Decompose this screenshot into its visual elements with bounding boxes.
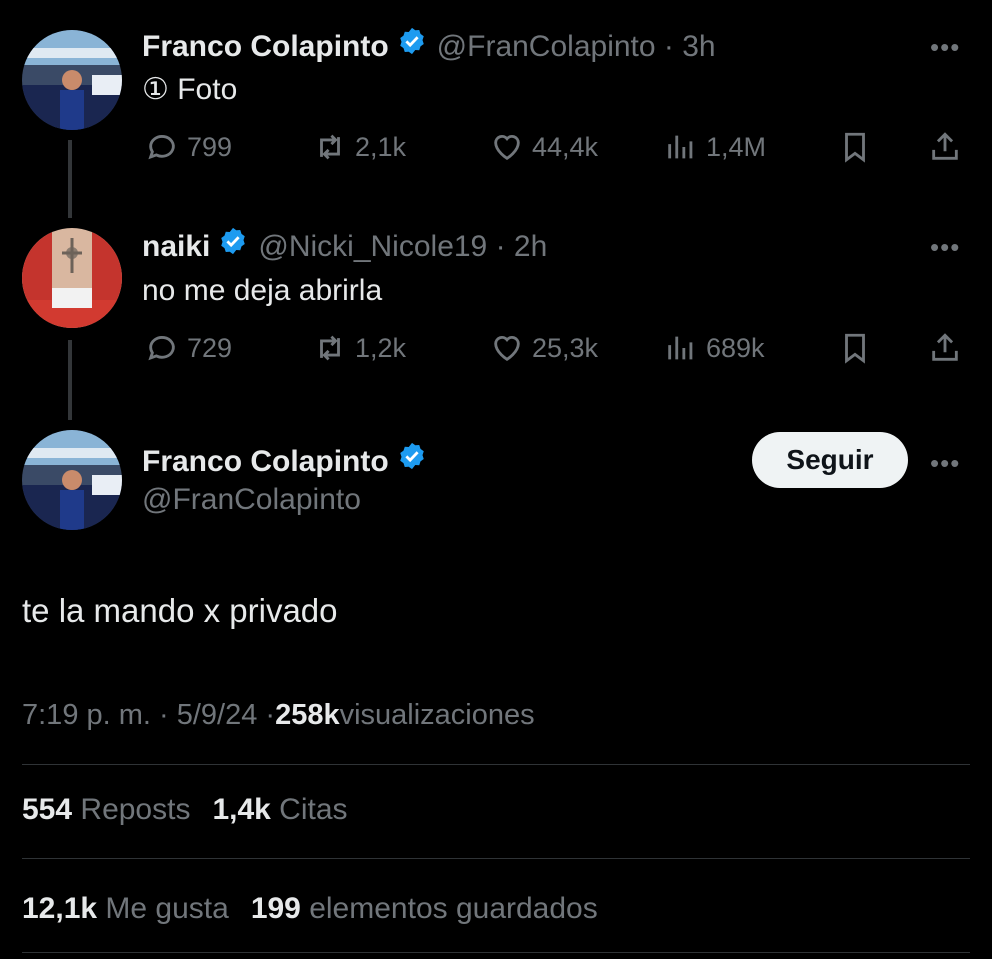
- bookmark-icon: [845, 333, 865, 364]
- views-icon: [668, 135, 693, 159]
- avatar[interactable]: [22, 30, 122, 130]
- heart-icon: [494, 336, 520, 362]
- more-icon[interactable]: •••: [930, 32, 960, 63]
- more-icon[interactable]: •••: [930, 448, 960, 479]
- reposts-count: 554: [22, 793, 73, 826]
- tweet-header: Franco Colapinto: [142, 441, 427, 479]
- bookmark-icon: [845, 132, 865, 163]
- likes-label: Me gusta: [97, 892, 229, 925]
- verified-badge-icon: [221, 227, 246, 255]
- author-name[interactable]: Franco Colapinto: [142, 30, 389, 64]
- verified-badge-icon: [399, 442, 424, 470]
- repost-icon: [320, 335, 340, 361]
- repost-count: 1,2k: [355, 332, 407, 363]
- reply-count: 799: [187, 131, 233, 162]
- repost-button[interactable]: 1,2k: [313, 331, 406, 365]
- reply-count: 729: [187, 332, 233, 363]
- divider: [22, 952, 970, 953]
- divider: [22, 764, 970, 765]
- bookmark-button[interactable]: [838, 331, 872, 365]
- views-button[interactable]: 689k: [664, 331, 765, 365]
- tweet-timestamp[interactable]: 7:19 p. m. · 5/9/24 ·: [22, 699, 275, 732]
- views-count: 1,4M: [706, 131, 767, 162]
- likes-stat[interactable]: 12,1k Me gusta: [22, 892, 229, 926]
- share-button[interactable]: [928, 130, 962, 164]
- reply-icon: [148, 336, 175, 361]
- quotes-label: Citas: [270, 793, 348, 826]
- tweet-text: te la mando x privado: [22, 592, 338, 629]
- likes-count: 12,1k: [22, 892, 98, 925]
- author-handle-time[interactable]: @Nicki_Nicole19 · 2h: [258, 230, 547, 264]
- views-count: 689k: [706, 332, 765, 363]
- engagement-stats: 12,1k Me gusta 199 elementos guardados: [22, 892, 598, 926]
- follow-button[interactable]: Seguir: [752, 432, 908, 488]
- bookmarks-label: elementos guardados: [300, 892, 598, 925]
- share-icon: [932, 132, 958, 160]
- author-handle[interactable]: @FranColapinto: [142, 483, 361, 517]
- repost-count: 2,1k: [355, 131, 407, 162]
- heart-icon: [494, 135, 520, 161]
- bookmarks-stat: 199 elementos guardados: [251, 892, 598, 926]
- like-button[interactable]: 44,4k: [490, 130, 598, 164]
- tweet-text: ① Foto: [142, 73, 238, 106]
- bookmark-button[interactable]: [838, 130, 872, 164]
- reply-button[interactable]: 729: [145, 331, 232, 365]
- share-icon: [932, 333, 958, 361]
- avatar[interactable]: [22, 228, 122, 328]
- repost-button[interactable]: 2,1k: [313, 130, 406, 164]
- thread-connector: [68, 340, 72, 420]
- bookmarks-count: 199: [250, 892, 301, 925]
- like-count: 44,4k: [532, 131, 599, 162]
- verified-badge-icon: [399, 27, 424, 55]
- views-label: visualizaciones: [339, 699, 535, 731]
- reply-icon: [148, 135, 175, 160]
- views-button[interactable]: 1,4M: [664, 130, 766, 164]
- reposts-stat[interactable]: 554 Reposts: [22, 793, 190, 827]
- share-button[interactable]: [928, 331, 962, 365]
- quotes-count: 1,4k: [212, 793, 271, 826]
- avatar[interactable]: [22, 430, 122, 530]
- tweet-meta: 7:19 p. m. · 5/9/24 · 258k visualizacion…: [22, 699, 535, 732]
- views-icon: [668, 336, 693, 360]
- engagement-stats: 554 Reposts 1,4k Citas: [22, 793, 348, 827]
- author-name[interactable]: Franco Colapinto: [142, 445, 389, 479]
- repost-icon: [320, 134, 340, 160]
- tweet-text: no me deja abrirla: [142, 274, 383, 307]
- reply-button[interactable]: 799: [145, 130, 232, 164]
- tweet-header: Franco Colapinto @FranColapinto · 3h: [142, 26, 716, 64]
- quotes-stat[interactable]: 1,4k Citas: [212, 793, 347, 827]
- divider: [22, 858, 970, 859]
- author-handle-time[interactable]: @FranColapinto · 3h: [437, 30, 716, 64]
- author-name[interactable]: naiki: [142, 230, 210, 264]
- thread-connector: [68, 140, 72, 218]
- reposts-label: Reposts: [72, 793, 191, 826]
- more-icon[interactable]: •••: [930, 232, 960, 263]
- tweet-header: naiki @Nicki_Nicole19 · 2h: [142, 226, 547, 264]
- views-count: 258k: [275, 699, 340, 731]
- like-count: 25,3k: [532, 332, 599, 363]
- like-button[interactable]: 25,3k: [490, 331, 598, 365]
